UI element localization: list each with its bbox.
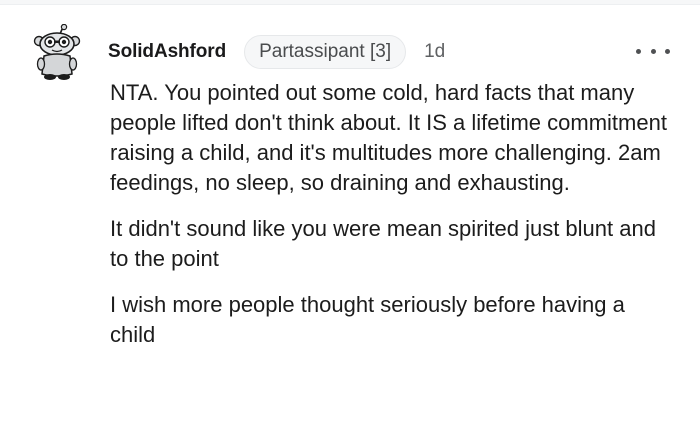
comment-paragraph: NTA. You pointed out some cold, hard fac…: [110, 80, 667, 195]
snoo-avatar-icon[interactable]: [30, 23, 84, 82]
more-dots-icon: [650, 48, 656, 54]
comment-paragraph: I wish more people thought seriously bef…: [110, 292, 625, 347]
comment-paragraph: It didn't sound like you were mean spiri…: [110, 216, 656, 271]
more-dots-icon: [636, 48, 641, 54]
comment-body: NTA. You pointed out some cold, hard fac…: [110, 78, 670, 366]
comment-header: SolidAshford Partassipant [3] 1d: [108, 34, 445, 70]
more-options-button[interactable]: [636, 42, 670, 60]
username[interactable]: SolidAshford: [108, 41, 226, 63]
more-dots-icon: [665, 48, 670, 54]
comment-age: 1d: [424, 41, 446, 62]
comment: SolidAshford Partassipant [3] 1d NTA. Yo…: [0, 0, 700, 432]
user-flair: Partassipant [3]: [244, 35, 407, 69]
